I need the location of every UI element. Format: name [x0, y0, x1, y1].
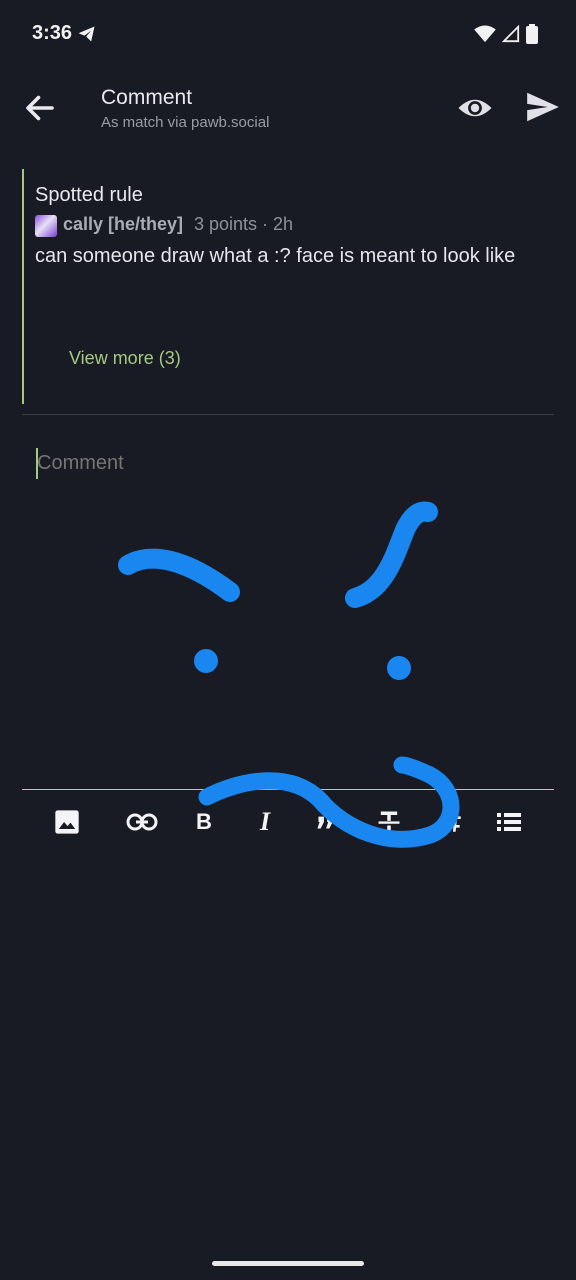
insert-image-button[interactable] — [49, 805, 85, 839]
list-icon — [497, 813, 521, 831]
right-eye-dot — [387, 656, 411, 680]
header-button[interactable] — [433, 805, 469, 839]
page-title: Comment — [101, 86, 193, 109]
image-icon — [55, 810, 79, 834]
post-title: Spotted rule — [35, 184, 143, 206]
insert-link-button[interactable] — [124, 805, 160, 839]
status-time: 3:36 — [32, 22, 73, 44]
signal-icon — [502, 25, 520, 43]
post-meta: 3 points · 2h — [194, 214, 294, 234]
avatar — [35, 215, 57, 237]
comment-field-underline — [22, 789, 554, 790]
header-icon — [440, 812, 461, 832]
view-more-button[interactable]: View more (3) — [69, 348, 181, 369]
quote-indicator — [22, 169, 24, 404]
italic-button[interactable]: I — [247, 805, 283, 839]
battery-icon — [526, 24, 538, 44]
italic-icon: I — [259, 807, 271, 836]
quote-button[interactable] — [307, 805, 343, 839]
strikethrough-button[interactable] — [371, 805, 407, 839]
bold-icon: B — [196, 809, 212, 834]
divider — [22, 414, 554, 415]
send-icon[interactable] — [524, 88, 562, 126]
bold-button[interactable]: B — [186, 805, 222, 839]
page-subtitle: As match via pawb.social — [101, 114, 270, 131]
left-eyebrow-stroke — [118, 548, 240, 602]
comment-input[interactable] — [37, 452, 537, 475]
right-eyebrow-stroke — [345, 501, 438, 608]
nav-gesture-handle[interactable] — [212, 1261, 364, 1266]
quote-icon — [317, 816, 333, 829]
wifi-icon — [474, 25, 496, 43]
telegram-icon — [78, 26, 95, 42]
back-arrow-icon[interactable] — [22, 90, 58, 126]
post-body: can someone draw what a :? face is meant… — [35, 245, 516, 267]
author-name[interactable]: cally [he/they] — [63, 214, 183, 235]
left-eye-dot — [194, 649, 218, 673]
status-icons — [474, 24, 538, 44]
strikethrough-icon — [378, 811, 400, 832]
link-icon — [126, 813, 158, 831]
list-button[interactable] — [491, 805, 527, 839]
eye-icon[interactable] — [456, 90, 494, 126]
